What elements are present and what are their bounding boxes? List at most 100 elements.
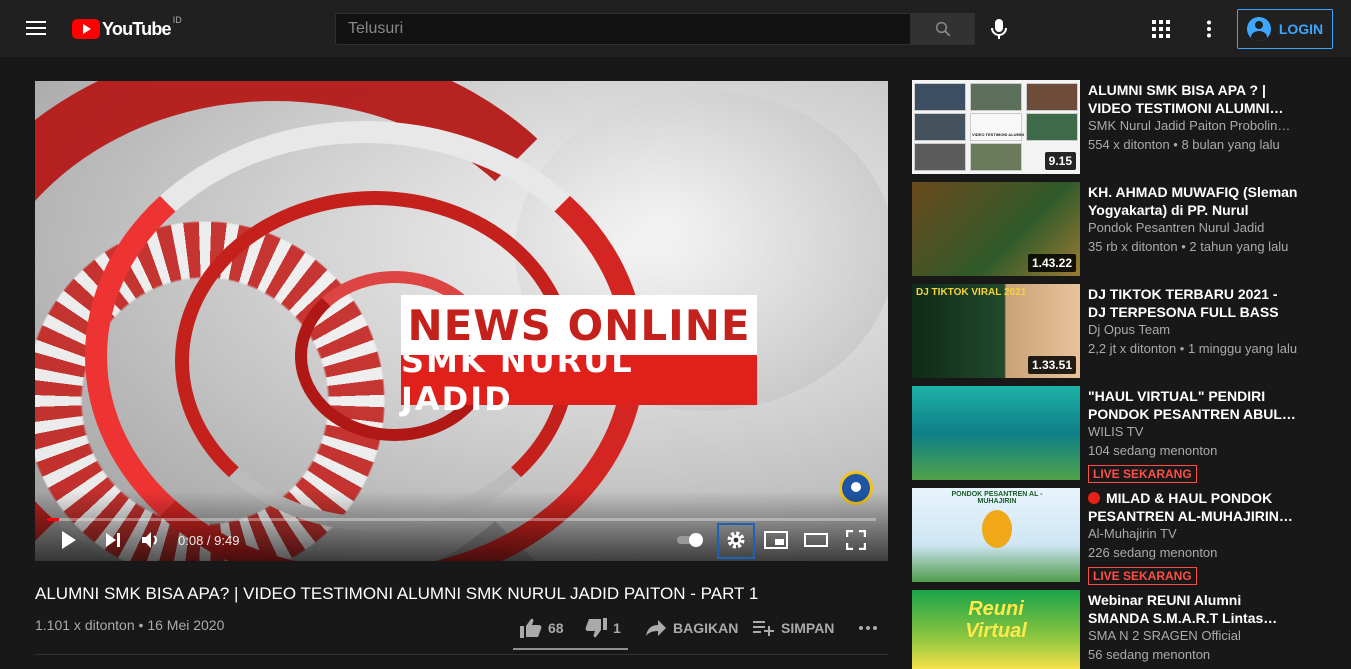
youtube-logo[interactable]: YouTube ID bbox=[72, 15, 182, 41]
theater-mode-icon bbox=[804, 533, 828, 547]
settings-button[interactable] bbox=[724, 528, 748, 552]
autoplay-play-icon bbox=[689, 533, 703, 547]
video-thumbnail: 1.43.22 bbox=[912, 182, 1080, 276]
login-label: LOGIN bbox=[1278, 21, 1324, 37]
recommended-video[interactable]: PONDOK PESANTREN AL - MUHAJIRIN MILAD & … bbox=[912, 488, 1332, 585]
save-button[interactable]: SIMPAN bbox=[753, 616, 834, 640]
search-input[interactable] bbox=[336, 14, 910, 44]
volume-button[interactable] bbox=[139, 528, 163, 552]
video-thumbnail: PONDOK PESANTREN AL - MUHAJIRIN bbox=[912, 488, 1080, 582]
thumbs-up-icon bbox=[520, 618, 542, 638]
microphone-icon bbox=[991, 19, 1007, 39]
next-button[interactable] bbox=[101, 528, 125, 552]
duration-badge: 1.33.51 bbox=[1027, 356, 1076, 374]
recommended-title: Webinar REUNI Alumni SMANDA S.M.A.R.T Li… bbox=[1088, 592, 1278, 626]
video-thumbnail: DJ TIKTOK VIRAL 2021 1.33.51 bbox=[912, 284, 1080, 378]
volume-icon bbox=[142, 532, 157, 548]
search-button[interactable] bbox=[910, 13, 975, 45]
duration-badge: 1.43.22 bbox=[1027, 254, 1076, 272]
sentiment-bar bbox=[513, 648, 628, 650]
recommended-title: DJ TIKTOK TERBARU 2021 - DJ TERPESONA FU… bbox=[1088, 286, 1279, 320]
video-thumbnail: Reuni Virtual bbox=[912, 590, 1080, 669]
save-label: SIMPAN bbox=[781, 620, 835, 636]
like-count: 68 bbox=[548, 620, 564, 636]
video-thumbnail bbox=[912, 386, 1080, 480]
fullscreen-button[interactable] bbox=[843, 528, 869, 552]
thumbnail-caption: DJ TIKTOK VIRAL 2021 bbox=[916, 287, 1027, 298]
thumbs-down-icon bbox=[585, 618, 607, 638]
search-icon bbox=[935, 21, 950, 37]
news-subheadline: SMK NURUL JADID bbox=[401, 342, 634, 418]
recommended-video[interactable]: DJ TIKTOK VIRAL 2021 1.33.51 DJ TIKTOK T… bbox=[912, 284, 1332, 378]
recommended-title: ALUMNI SMK BISA APA ? | VIDEO TESTIMONI … bbox=[1088, 82, 1284, 116]
more-actions-button[interactable] bbox=[858, 616, 878, 640]
search-box bbox=[335, 13, 911, 45]
hamburger-menu-icon[interactable] bbox=[24, 17, 48, 41]
video-meta: 1.101 x ditonton • 16 Mei 2020 bbox=[35, 617, 225, 633]
thumbnail-caption: VIDEO TESTIMONI ALUMNI bbox=[972, 132, 1024, 137]
progress-bar[interactable] bbox=[47, 518, 876, 521]
recommended-title: MILAD & HAUL PONDOK PESANTREN AL-MUHAJIR… bbox=[1088, 490, 1293, 524]
duration-badge: 9.15 bbox=[1044, 152, 1076, 170]
horizontal-dots-icon bbox=[859, 626, 877, 630]
youtube-play-icon bbox=[72, 19, 100, 39]
miniplayer-icon bbox=[764, 531, 788, 549]
news-subheadline-box: SMK NURUL JADID bbox=[401, 342, 757, 418]
channel-name: Pondok Pesantren Nurul Jadid bbox=[1088, 220, 1265, 235]
recommended-video[interactable]: VIDEO TESTIMONI ALUMNI 9.15 ALUMNI SMK B… bbox=[912, 80, 1332, 174]
apps-button[interactable] bbox=[1149, 17, 1173, 41]
theater-mode-button[interactable] bbox=[803, 528, 829, 552]
dislike-button[interactable]: 1 bbox=[585, 616, 621, 640]
login-button[interactable]: LOGIN bbox=[1237, 9, 1333, 49]
recommended-video[interactable]: "HAUL VIRTUAL" PENDIRI PONDOK PESANTREN … bbox=[912, 386, 1332, 483]
channel-name: SMK Nurul Jadid Paiton Probolin… bbox=[1088, 118, 1291, 133]
channel-name: WILIS TV bbox=[1088, 424, 1144, 439]
view-count: 35 rb x ditonton • 2 tahun yang lalu bbox=[1088, 239, 1289, 254]
gear-icon bbox=[727, 531, 745, 549]
thumbnail-caption: Reuni Virtual bbox=[965, 598, 1027, 642]
view-count: 554 x ditonton • 8 bulan yang lalu bbox=[1088, 137, 1280, 152]
play-icon bbox=[62, 531, 76, 549]
recommended-title: "HAUL VIRTUAL" PENDIRI PONDOK PESANTREN … bbox=[1088, 388, 1296, 422]
recommended-title: KH. AHMAD MUWAFIQ (Sleman Yogyakarta) di… bbox=[1088, 184, 1298, 218]
recommended-video[interactable]: 1.43.22 KH. AHMAD MUWAFIQ (Sleman Yogyak… bbox=[912, 182, 1332, 276]
share-label: BAGIKAN bbox=[673, 620, 739, 636]
country-code: ID bbox=[172, 15, 182, 25]
playlist-add-icon bbox=[753, 621, 774, 636]
live-badge: LIVE SEKARANG bbox=[1088, 465, 1197, 483]
share-button[interactable]: BAGIKAN bbox=[645, 616, 738, 640]
play-button[interactable] bbox=[57, 528, 81, 552]
live-badge: LIVE SEKARANG bbox=[1088, 567, 1197, 585]
like-button[interactable]: 68 bbox=[520, 616, 564, 640]
fullscreen-icon bbox=[846, 530, 866, 550]
share-icon bbox=[646, 620, 666, 636]
logo-text: YouTube bbox=[102, 18, 172, 39]
view-count: 56 sedang menonton bbox=[1088, 647, 1211, 662]
top-header: YouTube ID LOGIN bbox=[0, 0, 1351, 57]
account-icon bbox=[1246, 17, 1271, 41]
dislike-count: 1 bbox=[613, 620, 621, 636]
thumbnail-caption: PONDOK PESANTREN AL - MUHAJIRIN bbox=[951, 491, 1043, 505]
settings-more-button[interactable] bbox=[1197, 17, 1221, 41]
apps-grid-icon bbox=[1152, 20, 1170, 38]
time-display: 0:08 / 9:49 bbox=[178, 533, 240, 548]
video-player[interactable]: NEWS ONLINE SMK NURUL JADID 0:08 / 9:49 bbox=[35, 81, 888, 561]
video-thumbnail: VIDEO TESTIMONI ALUMNI 9.15 bbox=[912, 80, 1080, 174]
voice-search-button[interactable] bbox=[985, 13, 1013, 45]
channel-name: SMA N 2 SRAGEN Official bbox=[1088, 628, 1241, 643]
video-title: ALUMNI SMK BISA APA? | VIDEO TESTIMONI A… bbox=[35, 584, 759, 603]
next-track-icon bbox=[106, 533, 120, 547]
view-count: 226 sedang menonton bbox=[1088, 545, 1218, 560]
channel-name: Al-Muhajirin TV bbox=[1088, 526, 1177, 541]
progress-fill bbox=[47, 518, 59, 521]
recommended-video[interactable]: Reuni Virtual Webinar REUNI Alumni SMAND… bbox=[912, 590, 1332, 669]
view-count: 104 sedang menonton bbox=[1088, 443, 1218, 458]
view-count: 2,2 jt x ditonton • 1 minggu yang lalu bbox=[1088, 341, 1298, 356]
vertical-dots-icon bbox=[1207, 20, 1211, 38]
divider bbox=[35, 654, 888, 655]
channel-name: Dj Opus Team bbox=[1088, 322, 1171, 337]
autoplay-toggle[interactable] bbox=[677, 533, 705, 547]
miniplayer-button[interactable] bbox=[763, 528, 789, 552]
live-dot-icon bbox=[1088, 492, 1100, 504]
video-frame: NEWS ONLINE SMK NURUL JADID bbox=[35, 81, 888, 561]
